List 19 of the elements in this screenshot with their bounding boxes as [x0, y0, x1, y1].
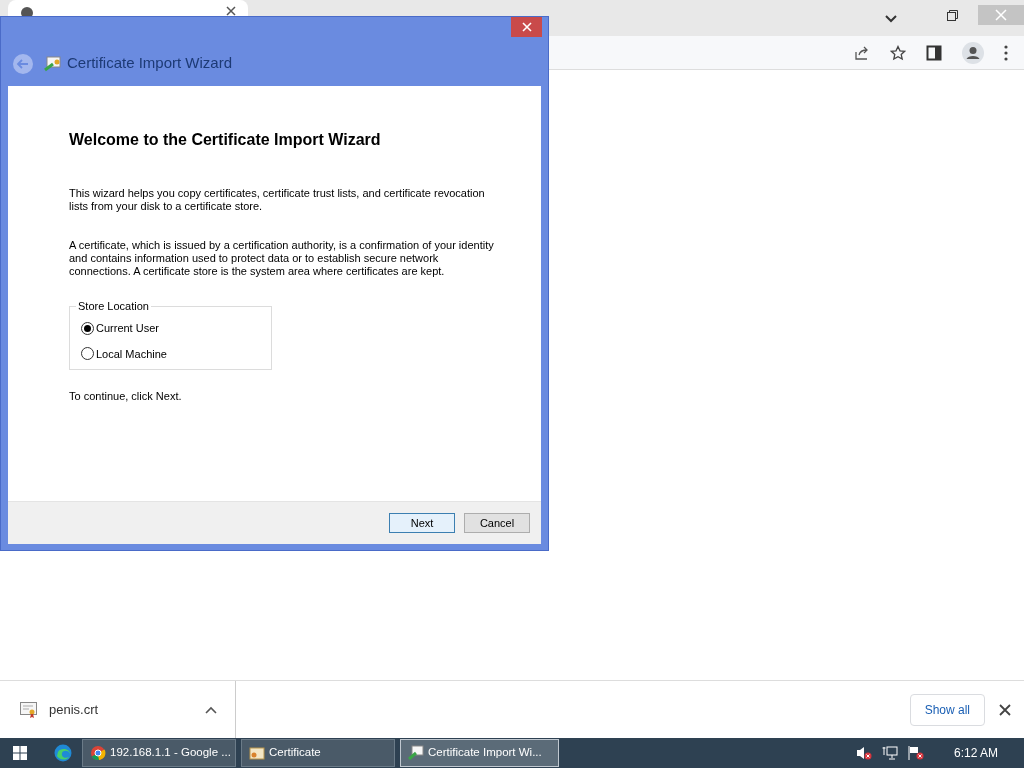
taskbar-label: 192.168.1.1 - Google ...	[110, 745, 231, 761]
dialog-button[interactable]: Next	[389, 513, 455, 533]
taskbar-button[interactable]: Certificate Import Wi...	[400, 739, 559, 767]
taskbar-button[interactable]: 192.168.1.1 - Google ...	[82, 739, 236, 767]
show-all-button[interactable]: Show all	[909, 693, 985, 726]
taskbar-button[interactable]: Certificate	[241, 739, 395, 767]
description-text: This wizard helps you copy certificates, certificate trust lists, and certificate revocation lists from your disk to a certificate store.	[69, 187, 486, 213]
wizard-heading: Welcome to the Certificate Import Wizard	[69, 130, 382, 150]
dialog-button[interactable]: Cancel	[464, 513, 530, 533]
clock[interactable]: 6:12 AM	[953, 744, 998, 762]
description-text: A certificate, which is issued by a certification authority, is a confirmation of your identity and contains information used to protect data or to establish secure network connections. A certificate store is the system area where certificates are kept.	[69, 239, 495, 278]
radio-label[interactable]: Local Machine	[96, 345, 167, 362]
group-label: Store Location	[76, 299, 151, 313]
radio-label[interactable]: Current User	[96, 320, 159, 337]
taskbar-label: Certificate Import Wi...	[428, 745, 542, 761]
dialog-title: Certificate Import Wizard	[67, 53, 233, 74]
download-filename[interactable]: penis.crt	[49, 699, 99, 720]
taskbar-label: Certificate	[269, 745, 321, 761]
instruction-text: To continue, click Next.	[69, 389, 183, 404]
